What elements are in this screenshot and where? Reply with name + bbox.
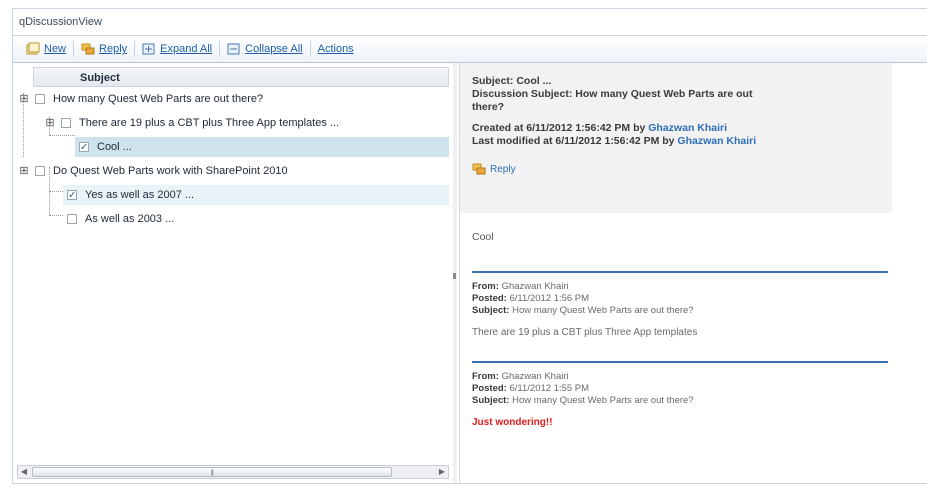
pane-splitter[interactable] (453, 63, 457, 483)
expand-icon[interactable]: ⊞ (19, 93, 29, 105)
modified-info: Last modified at 6/11/2012 1:56:42 PM by… (472, 135, 882, 148)
message-body: Cool (472, 231, 494, 243)
scroll-right-icon[interactable]: ▶ (436, 466, 448, 478)
expand-all-label: Expand All (160, 43, 213, 55)
node-checkbox[interactable] (79, 138, 89, 158)
from-value: Ghazwan Khairi (501, 371, 569, 382)
tree-node-label: Cool ... (97, 141, 132, 153)
created-author-link[interactable]: Ghazwan Khairi (648, 122, 727, 134)
thread-tree-pane: Subject ⊞ How many Quest Web Parts are o… (13, 63, 454, 483)
subject-value: How many Quest Web Parts are out there? (512, 395, 694, 406)
reply-link-label: Reply (490, 163, 516, 175)
from-label: From: (472, 281, 499, 292)
previous-message: From: Ghazwan Khairi Posted: 6/11/2012 1… (460, 273, 892, 339)
actions-label: Actions (317, 43, 354, 55)
expand-all-button[interactable]: Expand All (135, 38, 219, 60)
subject-label: Subject: (472, 305, 510, 316)
posted-label: Posted: (472, 293, 507, 304)
tree-guide-line (49, 215, 63, 216)
posted-label: Posted: (472, 383, 507, 394)
discussion-subject-cont: there? (472, 101, 505, 113)
node-checkbox[interactable] (35, 166, 45, 176)
scroll-left-icon[interactable]: ◀ (18, 466, 30, 478)
subject-line: Subject: Cool ... (472, 75, 552, 87)
node-checkbox[interactable] (61, 118, 71, 128)
collapse-all-icon (227, 42, 241, 56)
tree-node[interactable]: ⊞ How many Quest Web Parts are out there… (19, 89, 449, 109)
posted-value: 6/11/2012 1:56 PM (509, 293, 590, 304)
toolbar: New Reply Expand All Collapse All Action… (13, 36, 927, 63)
message-detail-pane: Subject: Cool ... Discussion Subject: Ho… (459, 63, 892, 483)
discussion-view-window: qDiscussionView New Reply Expand All Col… (12, 8, 927, 484)
previous-message: From: Ghazwan Khairi Posted: 6/11/2012 1… (460, 363, 892, 429)
created-text: Created at 6/11/2012 1:56:42 PM by (472, 122, 649, 134)
tree-node[interactable]: ⊞ Do Quest Web Parts work with SharePoin… (19, 161, 449, 181)
reply-label: Reply (99, 43, 128, 55)
reply-icon (472, 162, 486, 176)
posted-value: 6/11/2012 1:55 PM (509, 383, 590, 394)
expand-icon[interactable]: ⊞ (19, 165, 29, 177)
tree-node-label: As well as 2003 ... (85, 213, 175, 225)
created-info: Created at 6/11/2012 1:56:42 PM by Ghazw… (472, 122, 882, 135)
tree-node-selected[interactable]: Cool ... (75, 137, 449, 158)
scrollbar-thumb[interactable]: ||| (32, 467, 392, 477)
reply-link[interactable]: Reply (472, 162, 882, 176)
discussion-subject: Discussion Subject: How many Quest Web P… (472, 88, 753, 100)
message-text: There are 19 plus a CBT plus Three App t… (472, 327, 698, 338)
from-label: From: (472, 371, 499, 382)
tree-node[interactable]: ⊞ There are 19 plus a CBT plus Three App… (45, 113, 449, 133)
subject-label: Subject: (472, 395, 510, 406)
tree-node-label: How many Quest Web Parts are out there? (53, 93, 264, 105)
reply-button[interactable]: Reply (74, 38, 134, 60)
tree-node-label: Do Quest Web Parts work with SharePoint … (53, 165, 288, 177)
message-text: Just wondering!! (472, 417, 553, 428)
tree-node[interactable]: Yes as well as 2007 ... (63, 185, 449, 206)
message-header: Subject: Cool ... Discussion Subject: Ho… (460, 63, 892, 213)
grip-icon: ||| (211, 470, 214, 476)
modified-text: Last modified at 6/11/2012 1:56:42 PM by (472, 135, 678, 147)
subject-value: How many Quest Web Parts are out there? (512, 305, 694, 316)
node-checkbox[interactable] (67, 214, 77, 224)
splitter-handle-icon[interactable] (453, 273, 456, 279)
horizontal-scrollbar[interactable]: ◀ ||| ▶ (17, 465, 449, 479)
subject-column-header[interactable]: Subject (33, 67, 449, 87)
collapse-all-label: Collapse All (245, 43, 303, 55)
modified-author-link[interactable]: Ghazwan Khairi (677, 135, 756, 147)
tree-guide-line (49, 135, 75, 136)
actions-menu[interactable]: Actions (311, 38, 361, 60)
tree-node[interactable]: As well as 2003 ... (63, 209, 449, 229)
collapse-all-button[interactable]: Collapse All (220, 38, 309, 60)
expand-all-icon (142, 42, 156, 56)
new-icon (26, 42, 40, 56)
new-button[interactable]: New (19, 38, 73, 60)
reply-icon (81, 42, 95, 56)
window-title: qDiscussionView (13, 9, 927, 36)
node-checkbox[interactable] (35, 94, 45, 104)
from-value: Ghazwan Khairi (501, 281, 569, 292)
node-checkbox[interactable] (67, 186, 77, 206)
tree-node-label: There are 19 plus a CBT plus Three App t… (79, 117, 340, 129)
expand-icon[interactable]: ⊞ (45, 117, 55, 129)
tree-guide-line (49, 191, 63, 192)
new-label: New (44, 43, 67, 55)
tree-node-label: Yes as well as 2007 ... (85, 189, 195, 201)
